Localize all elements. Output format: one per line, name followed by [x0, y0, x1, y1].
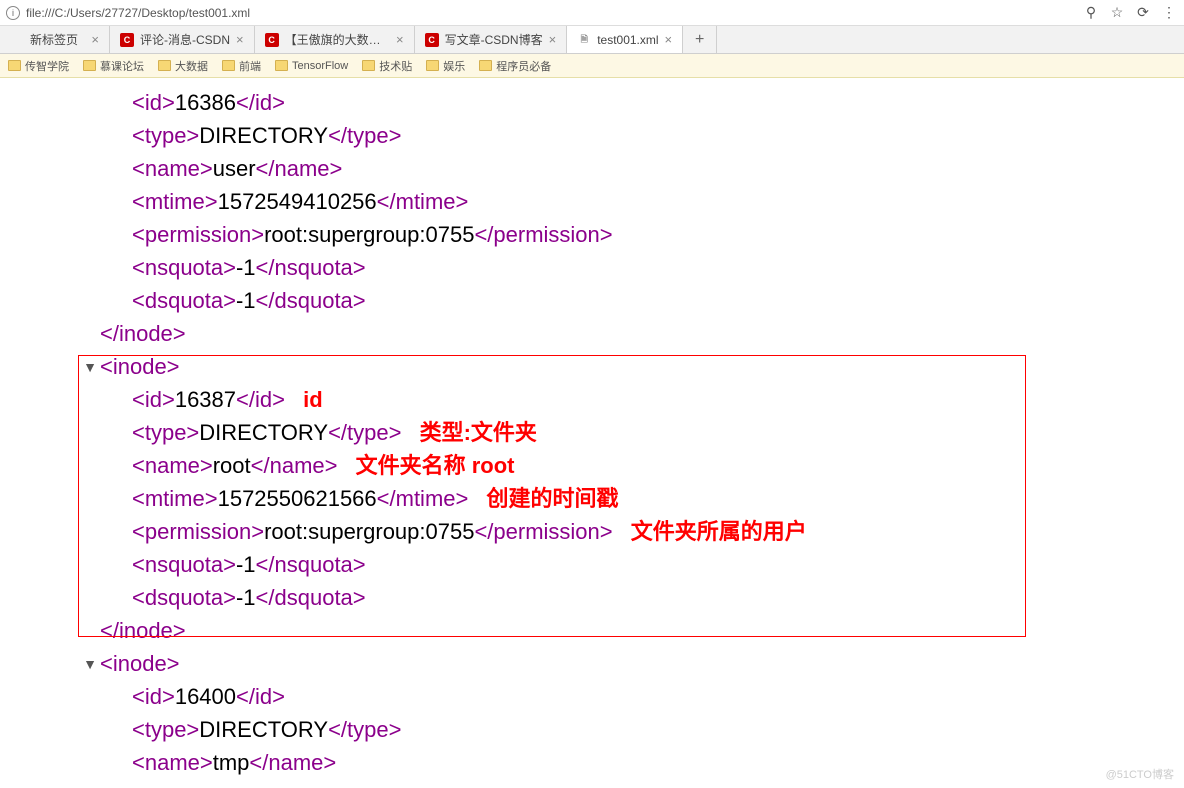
tab-favicon: C	[120, 33, 134, 47]
xml-line: <type>DIRECTORY</type>	[0, 713, 1184, 746]
folder-icon	[158, 60, 171, 71]
xml-line: <name>user</name>	[0, 152, 1184, 185]
new-tab-button[interactable]: +	[683, 26, 717, 53]
tab[interactable]: 🗎 test001.xml ×	[567, 26, 683, 53]
xml-line: ▼<inode>	[0, 350, 1184, 383]
tab[interactable]: C 写文章-CSDN博客 ×	[415, 26, 568, 53]
xml-line: <name>root</name> 文件夹名称 root	[0, 449, 1184, 482]
folder-icon	[83, 60, 96, 71]
tab-label: test001.xml	[597, 33, 658, 47]
folder-icon	[222, 60, 235, 71]
xml-line: <id>16400</id>	[0, 680, 1184, 713]
bookmark-item[interactable]: TensorFlow	[275, 60, 348, 72]
bookmark-label: 传智学院	[25, 58, 69, 74]
tab-favicon: 🗎	[577, 33, 591, 47]
xml-line: <permission>root:supergroup:0755</permis…	[0, 515, 1184, 548]
watermark: @51CTO博客	[1106, 766, 1174, 782]
url-text[interactable]: file:///C:/Users/27727/Desktop/test001.x…	[26, 6, 1074, 20]
folder-icon	[426, 60, 439, 71]
tab-label: 【王傲旗的大数据之	[285, 31, 390, 48]
xml-content: <id>16386</id><type>DIRECTORY</type><nam…	[0, 78, 1184, 779]
annotation-mtime: 创建的时间戳	[486, 486, 618, 511]
bookmark-label: 慕课论坛	[100, 58, 144, 74]
reload-icon[interactable]: ⟳	[1134, 4, 1152, 21]
bookmark-label: 前端	[239, 58, 261, 74]
xml-line: <type>DIRECTORY</type> 类型:文件夹	[0, 416, 1184, 449]
tab-label: 评论-消息-CSDN	[140, 31, 230, 48]
menu-icon[interactable]: ⋮	[1160, 4, 1178, 21]
folder-icon	[275, 60, 288, 71]
tab[interactable]: C 【王傲旗的大数据之 ×	[255, 26, 415, 53]
annotation-id: id	[303, 387, 323, 412]
xml-line: </inode>	[0, 317, 1184, 350]
tab-favicon: C	[425, 33, 439, 47]
xml-line: <mtime>1572550621566</mtime> 创建的时间戳	[0, 482, 1184, 515]
bookmark-label: TensorFlow	[292, 60, 348, 72]
xml-line: <dsquota>-1</dsquota>	[0, 284, 1184, 317]
bookmark-label: 大数据	[175, 58, 208, 74]
xml-line: <type>DIRECTORY</type>	[0, 119, 1184, 152]
bookmark-item[interactable]: 娱乐	[426, 58, 465, 74]
xml-line: <name>tmp</name>	[0, 746, 1184, 779]
bookmark-item[interactable]: 前端	[222, 58, 261, 74]
bookmark-label: 技术贴	[379, 58, 412, 74]
info-icon[interactable]: i	[6, 6, 20, 20]
close-icon[interactable]: ×	[549, 32, 557, 47]
tab-strip: 新标签页 × C 评论-消息-CSDN × C 【王傲旗的大数据之 × C 写文章-CSDN博客 ×…	[0, 26, 1184, 54]
close-icon[interactable]: ×	[665, 32, 673, 47]
bookmark-label: 程序员必备	[496, 58, 551, 74]
xml-line: </inode>	[0, 614, 1184, 647]
annotation-name: 文件夹名称 root	[356, 453, 515, 478]
close-icon[interactable]: ×	[91, 32, 99, 47]
folder-icon	[362, 60, 375, 71]
tab-favicon: C	[265, 33, 279, 47]
tab-label: 写文章-CSDN博客	[445, 31, 543, 48]
tab-label: 新标签页	[30, 31, 85, 48]
xml-line: <dsquota>-1</dsquota>	[0, 581, 1184, 614]
search-icon[interactable]: ⚲	[1082, 4, 1100, 21]
bookmark-item[interactable]: 慕课论坛	[83, 58, 144, 74]
xml-line: ▼<inode>	[0, 647, 1184, 680]
close-icon[interactable]: ×	[396, 32, 404, 47]
bookmark-item[interactable]: 大数据	[158, 58, 208, 74]
bookmark-item[interactable]: 传智学院	[8, 58, 69, 74]
close-icon[interactable]: ×	[236, 32, 244, 47]
tab[interactable]: 新标签页 ×	[0, 26, 110, 53]
address-bar: i file:///C:/Users/27727/Desktop/test001…	[0, 0, 1184, 26]
tab[interactable]: C 评论-消息-CSDN ×	[110, 26, 255, 53]
star-icon[interactable]: ☆	[1108, 4, 1126, 21]
tab-favicon	[10, 33, 24, 47]
bookmark-item[interactable]: 程序员必备	[479, 58, 551, 74]
xml-line: <nsquota>-1</nsquota>	[0, 548, 1184, 581]
xml-line: <nsquota>-1</nsquota>	[0, 251, 1184, 284]
collapse-icon[interactable]: ▼	[80, 357, 100, 378]
bookmark-item[interactable]: 技术贴	[362, 58, 412, 74]
bookmark-bar: 传智学院 慕课论坛 大数据 前端 TensorFlow 技术贴 娱乐 程序员必备	[0, 54, 1184, 78]
bookmark-label: 娱乐	[443, 58, 465, 74]
folder-icon	[479, 60, 492, 71]
xml-line: <mtime>1572549410256</mtime>	[0, 185, 1184, 218]
folder-icon	[8, 60, 21, 71]
annotation-type: 类型:文件夹	[420, 420, 537, 445]
xml-line: <id>16386</id>	[0, 86, 1184, 119]
annotation-permission: 文件夹所属的用户	[631, 519, 807, 544]
xml-line: <permission>root:supergroup:0755</permis…	[0, 218, 1184, 251]
xml-line: <id>16387</id> id	[0, 383, 1184, 416]
collapse-icon[interactable]: ▼	[80, 654, 100, 675]
